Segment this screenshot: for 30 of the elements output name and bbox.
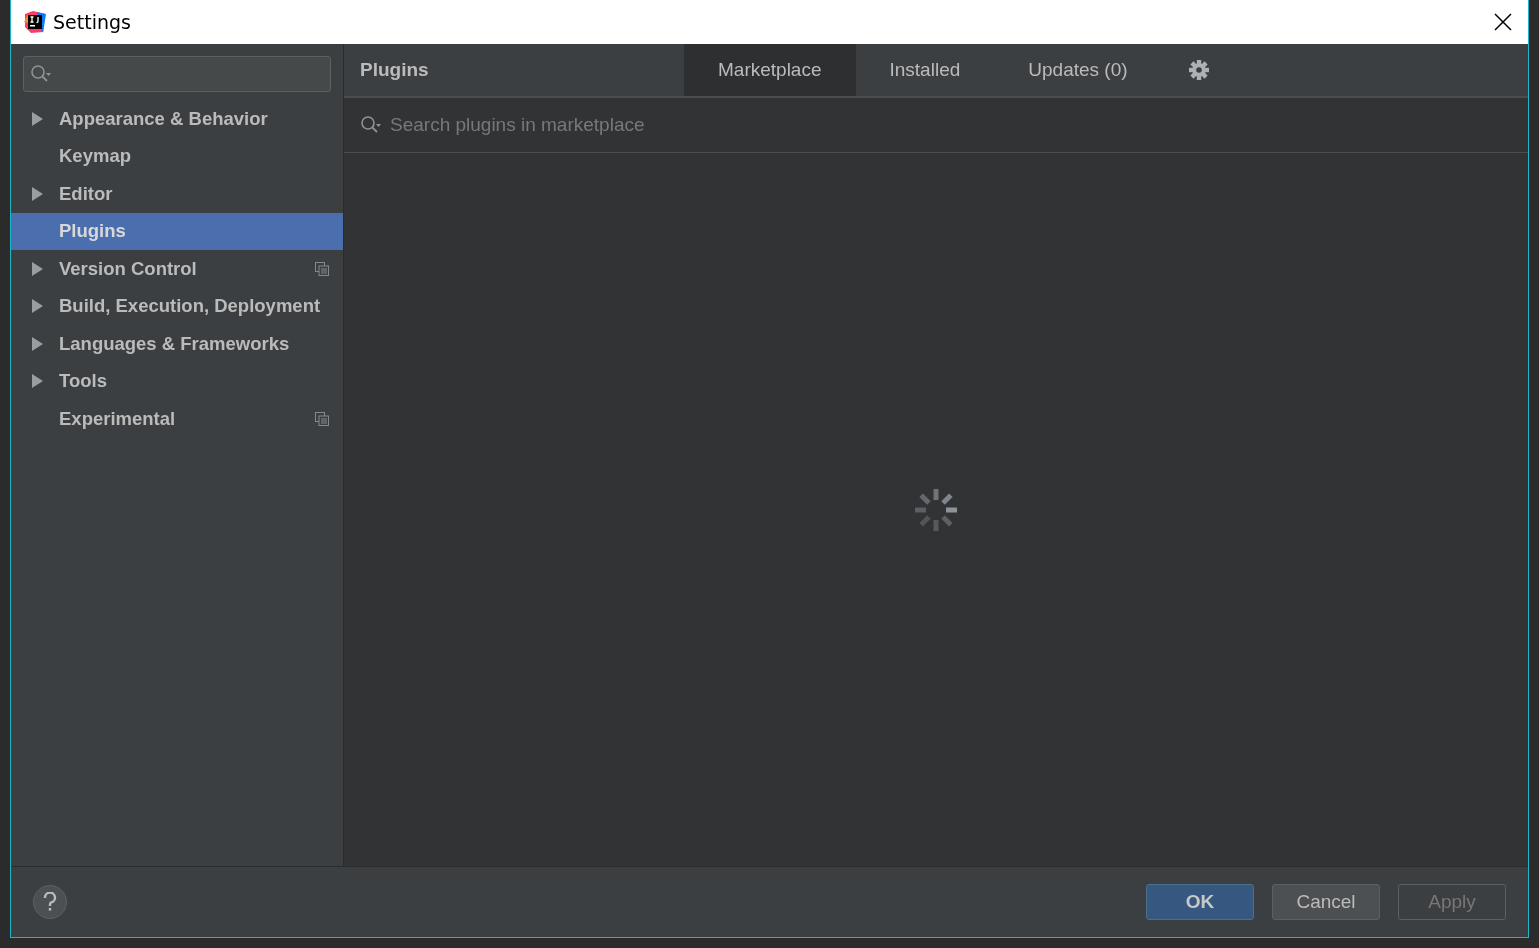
tab[interactable]: Updates (0) <box>994 44 1162 96</box>
collapsed-arrow-icon[interactable] <box>31 336 43 351</box>
collapsed-arrow-icon[interactable] <box>31 186 43 201</box>
search-icon <box>360 115 382 135</box>
sidebar-item[interactable]: Editor <box>11 175 343 213</box>
sidebar-item[interactable]: Version Control <box>11 250 343 288</box>
panel-title: Plugins <box>359 58 430 82</box>
collapsed-arrow-icon[interactable] <box>31 261 43 276</box>
sidebar-item[interactable]: Build, Execution, Deployment <box>11 287 343 325</box>
sidebar-item[interactable]: Experimental <box>11 400 343 438</box>
question-mark-icon <box>43 892 57 912</box>
sidebar-item[interactable]: Appearance & Behavior <box>11 100 343 138</box>
sidebar-item[interactable]: Tools <box>11 362 343 400</box>
dialog-button[interactable]: Cancel <box>1272 884 1380 920</box>
collapsed-arrow-icon[interactable] <box>31 111 43 126</box>
tab[interactable]: Marketplace <box>684 44 856 96</box>
sidebar-item[interactable]: Keymap <box>11 137 343 175</box>
collapsed-arrow-icon[interactable] <box>31 299 43 314</box>
app-logo-icon <box>23 10 47 34</box>
ok-button[interactable]: OK <box>1146 884 1254 920</box>
window-title: Settings <box>53 11 131 33</box>
sidebar-item[interactable]: Languages & Frameworks <box>11 325 343 363</box>
collapsed-arrow-icon[interactable] <box>31 374 43 389</box>
help-button[interactable] <box>33 885 67 919</box>
tab[interactable]: Installed <box>855 44 995 96</box>
search-icon <box>30 64 52 84</box>
settings-icon[interactable] <box>1187 59 1210 81</box>
search-field[interactable]: Search plugins in marketplace <box>388 113 1528 137</box>
search-field[interactable] <box>23 56 331 92</box>
sidebar-item[interactable]: Plugins <box>11 212 343 250</box>
